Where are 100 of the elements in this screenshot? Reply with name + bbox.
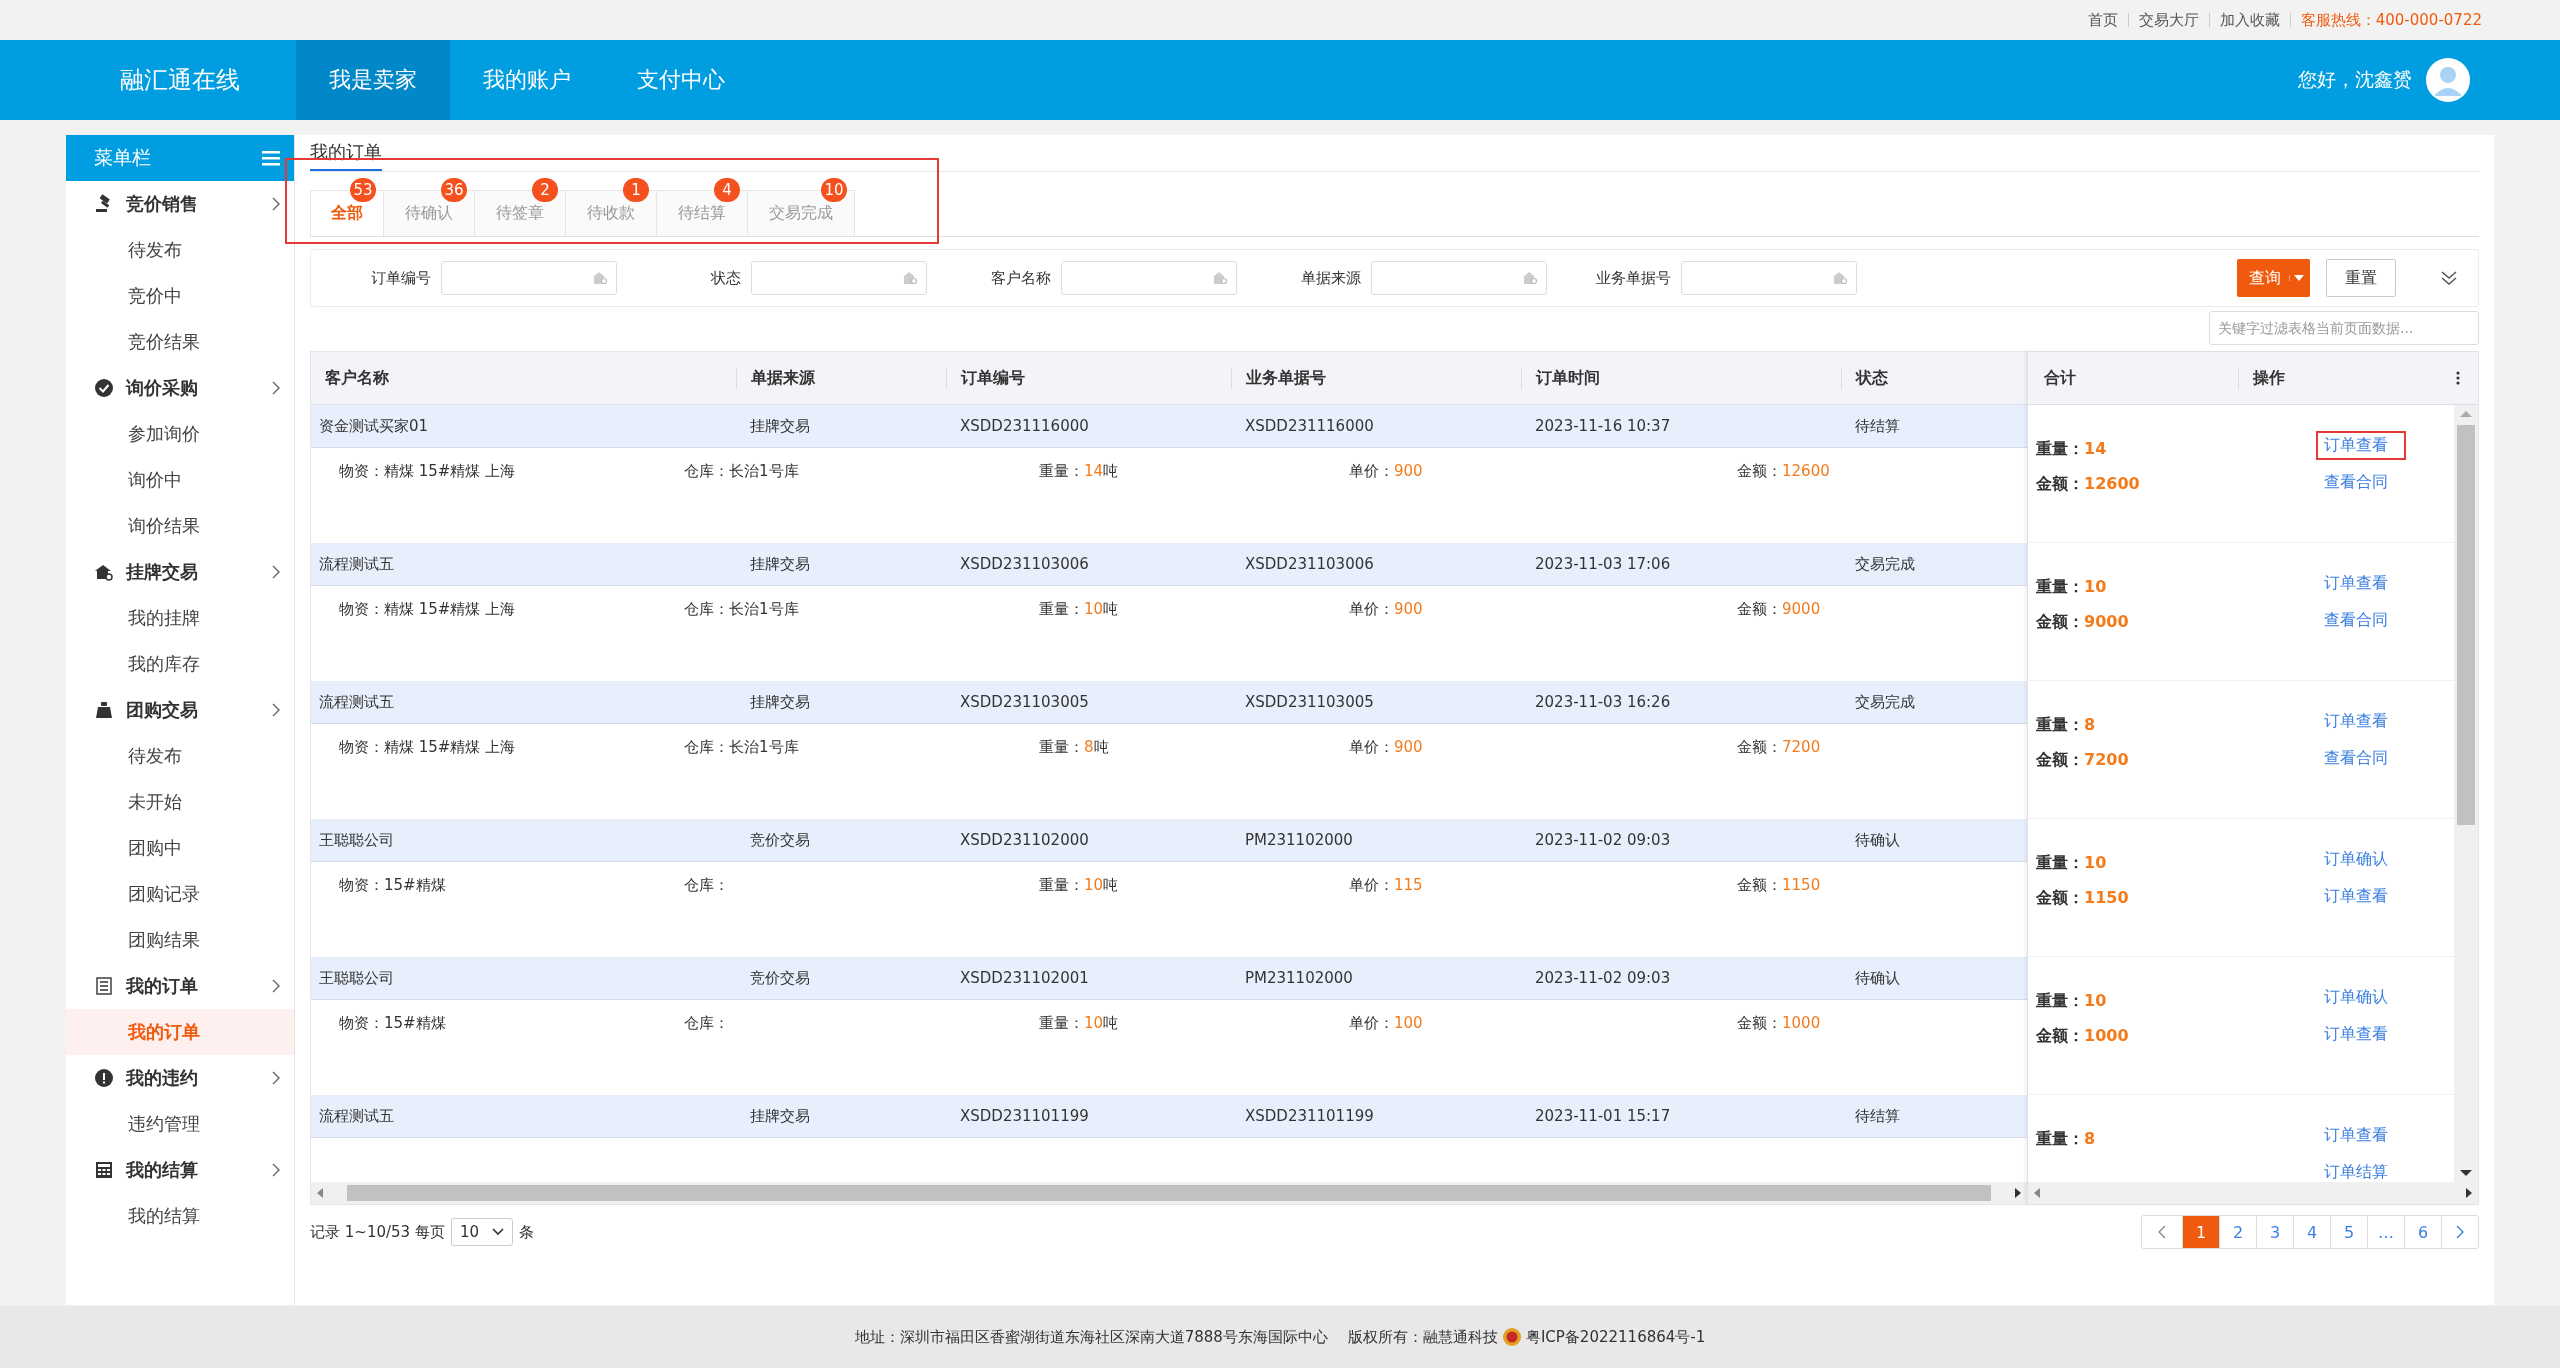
filter-field[interactable] bbox=[751, 261, 927, 295]
action-link[interactable]: 订单查看 bbox=[2316, 1121, 2396, 1150]
address-text: 地址：深圳市福田区香蜜湖街道东海社区深南大道7888号东海国际中心 bbox=[854, 1327, 1328, 1347]
vertical-scrollbar[interactable] bbox=[2454, 405, 2478, 1182]
house-search-icon bbox=[94, 562, 114, 582]
detail-field: 重量：10吨 bbox=[1039, 876, 1349, 895]
action-link[interactable]: 订单结算 bbox=[2316, 1158, 2396, 1182]
page-button[interactable]: … bbox=[2367, 1216, 2404, 1248]
detail-field: 单价：900 bbox=[1349, 462, 1737, 481]
column-header: 客户名称 bbox=[324, 367, 390, 389]
sidebar-item[interactable]: 询价结果 bbox=[66, 503, 294, 549]
detail-field: 单价：900 bbox=[1349, 600, 1737, 619]
sidebar-group[interactable]: 我的结算 bbox=[66, 1147, 294, 1193]
nav-tab[interactable]: 我是卖家 bbox=[296, 40, 450, 120]
menu-icon[interactable] bbox=[262, 150, 280, 166]
avatar-icon[interactable] bbox=[2426, 58, 2470, 102]
sidebar-item[interactable]: 我的挂牌 bbox=[66, 595, 294, 641]
list-icon bbox=[94, 976, 114, 996]
action-link[interactable]: 订单确认 bbox=[2316, 983, 2396, 1012]
total-value: 重量：10 bbox=[2036, 991, 2108, 1012]
sidebar-group[interactable]: 我的违约 bbox=[66, 1055, 294, 1101]
chevron-right-icon bbox=[272, 565, 280, 579]
keyword-filter-field[interactable]: 关键字过滤表格当前页面数据... bbox=[2209, 311, 2479, 345]
page-button[interactable]: 6 bbox=[2404, 1216, 2441, 1248]
action-link[interactable]: 订单查看 bbox=[2316, 882, 2396, 911]
action-link[interactable]: 查看合同 bbox=[2316, 744, 2396, 773]
sidebar-item[interactable]: 待发布 bbox=[66, 733, 294, 779]
table-cell-text: XSDD231103006 bbox=[1244, 555, 1375, 573]
action-link[interactable]: 订单查看 bbox=[2316, 431, 2406, 460]
filter-field[interactable] bbox=[1061, 261, 1237, 295]
action-link[interactable]: 订单查看 bbox=[2316, 707, 2396, 736]
order-row[interactable]: 流程测试五 挂牌交易 XSDD231103005 XSDD231103005 2023-11-03 16:26 交易完成 bbox=[311, 681, 2027, 724]
sidebar-item[interactable]: 竞价结果 bbox=[66, 319, 294, 365]
hotline-text: 客服热线：400-000-0722 bbox=[2300, 10, 2482, 30]
sidebar-item[interactable]: 团购中 bbox=[66, 825, 294, 871]
sidebar-item[interactable]: 违约管理 bbox=[66, 1101, 294, 1147]
table-cell-text: 王聪聪公司 bbox=[318, 830, 395, 850]
horizontal-scrollbar[interactable] bbox=[2028, 1182, 2478, 1204]
detail-field: 仓库：长治1号库 bbox=[684, 600, 1039, 619]
filter-field[interactable] bbox=[1681, 261, 1857, 295]
icp-text[interactable]: 粤ICP备2022116864号-1 bbox=[1525, 1327, 1706, 1347]
expand-icon[interactable] bbox=[2440, 270, 2458, 286]
filter-field[interactable] bbox=[441, 261, 617, 295]
sidebar-group[interactable]: 我的订单 bbox=[66, 963, 294, 1009]
sidebar-item[interactable]: 待发布 bbox=[66, 227, 294, 273]
table-cell-text: 流程测试五 bbox=[318, 1106, 395, 1126]
table-cell-text: XSDD231101199 bbox=[959, 1107, 1090, 1125]
table-cell-text: 流程测试五 bbox=[318, 554, 395, 574]
sidebar-group[interactable]: 竞价销售 bbox=[66, 181, 294, 227]
sidebar-group[interactable]: 询价采购 bbox=[66, 365, 294, 411]
sidebar-item[interactable]: 参加询价 bbox=[66, 411, 294, 457]
filter-field[interactable] bbox=[1371, 261, 1547, 295]
table-cell-text: XSDD231116000 bbox=[959, 417, 1090, 435]
table-cell-text: PM231102000 bbox=[1244, 969, 1354, 987]
sidebar-item[interactable]: 我的库存 bbox=[66, 641, 294, 687]
check-circle-icon bbox=[94, 378, 114, 398]
more-options-icon[interactable] bbox=[2456, 371, 2460, 385]
sidebar-group[interactable]: 挂牌交易 bbox=[66, 549, 294, 595]
action-link[interactable]: 订单查看 bbox=[2316, 569, 2396, 598]
top-link[interactable]: 加入收藏 bbox=[2219, 10, 2280, 30]
action-link[interactable]: 查看合同 bbox=[2316, 606, 2396, 635]
page-button[interactable]: 5 bbox=[2330, 1216, 2367, 1248]
detail-field: 金额：1000 bbox=[1737, 1014, 2027, 1033]
page-button[interactable]: 4 bbox=[2293, 1216, 2330, 1248]
sidebar-item[interactable]: 竞价中 bbox=[66, 273, 294, 319]
detail-field: 物资：精煤 15#精煤 上海 bbox=[339, 462, 684, 481]
order-row[interactable]: 资金测试买家01 挂牌交易 XSDD231116000 XSDD231116000 2023-11-16 10:37 待结算 bbox=[311, 405, 2027, 448]
detail-field: 金额：12600 bbox=[1737, 462, 2027, 481]
detail-field: 重量：14吨 bbox=[1039, 462, 1349, 481]
action-link[interactable]: 订单查看 bbox=[2316, 1020, 2396, 1049]
page-button[interactable]: 2 bbox=[2219, 1216, 2256, 1248]
top-link[interactable]: 交易大厅 bbox=[2138, 10, 2199, 30]
order-row[interactable]: 流程测试五 挂牌交易 XSDD231101199 XSDD231101199 2023-11-01 15:17 待结算 bbox=[311, 1095, 2027, 1138]
order-row[interactable]: 流程测试五 挂牌交易 XSDD231103006 XSDD231103006 2023-11-03 17:06 交易完成 bbox=[311, 543, 2027, 586]
order-row[interactable]: 王聪聪公司 竞价交易 XSDD231102000 PM231102000 2023-11-02 09:03 待确认 bbox=[311, 819, 2027, 862]
order-row[interactable]: 王聪聪公司 竞价交易 XSDD231102001 PM231102000 2023-11-02 09:03 待确认 bbox=[311, 957, 2027, 1000]
sidebar-item[interactable]: 团购结果 bbox=[66, 917, 294, 963]
house-search-icon bbox=[592, 271, 608, 285]
page-size-select[interactable]: 10 bbox=[450, 1218, 513, 1246]
column-header: 订单时间 bbox=[1521, 367, 1841, 389]
filter-label: 单据来源 bbox=[1300, 268, 1361, 288]
detail-field: 重量：10吨 bbox=[1039, 600, 1349, 619]
top-link[interactable]: 首页 bbox=[2087, 10, 2118, 30]
action-link[interactable]: 查看合同 bbox=[2316, 468, 2396, 497]
caret-down-icon bbox=[491, 1228, 504, 1236]
sidebar-item[interactable]: 未开始 bbox=[66, 779, 294, 825]
table-cell-text: 2023-11-16 10:37 bbox=[1534, 417, 1672, 435]
table-cell-text: 竞价交易 bbox=[749, 830, 811, 850]
count-badge: 53 bbox=[350, 178, 376, 202]
horizontal-scrollbar[interactable] bbox=[311, 1182, 2027, 1204]
sidebar-group[interactable]: 团购交易 bbox=[66, 687, 294, 733]
reset-button[interactable]: 重置 bbox=[2326, 259, 2396, 297]
sidebar-item[interactable]: 团购记录 bbox=[66, 871, 294, 917]
column-header: 合计 bbox=[2043, 367, 2077, 389]
column-header: 业务单据号 bbox=[1231, 367, 1521, 389]
table-cell-text: 待结算 bbox=[1854, 416, 1901, 436]
sidebar-item[interactable]: 我的结算 bbox=[66, 1193, 294, 1239]
sidebar-item[interactable]: 询价中 bbox=[66, 457, 294, 503]
page-button[interactable]: 3 bbox=[2256, 1216, 2293, 1248]
action-link[interactable]: 订单确认 bbox=[2316, 845, 2396, 874]
